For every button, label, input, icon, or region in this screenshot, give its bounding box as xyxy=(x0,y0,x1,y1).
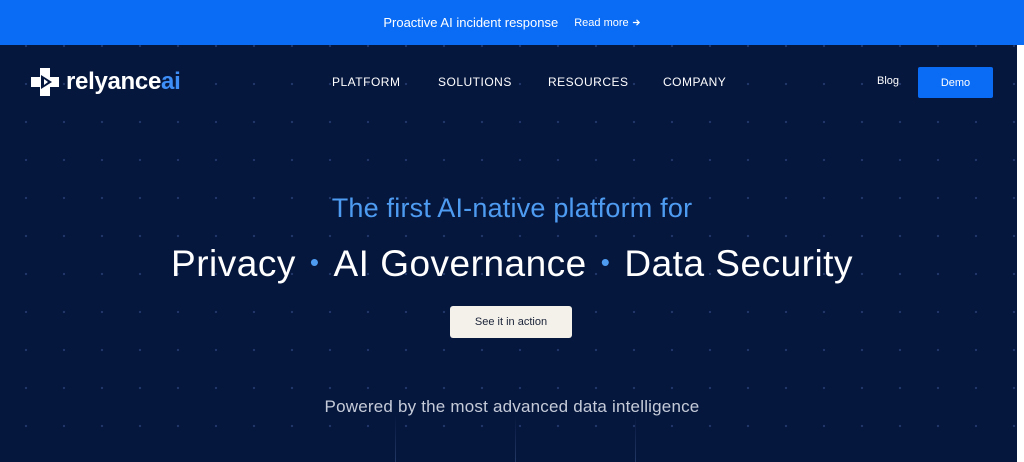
banner-message: Proactive AI incident response xyxy=(383,15,559,30)
blog-link[interactable]: Blog xyxy=(877,75,899,87)
nav-item-resources[interactable]: RESOURCES xyxy=(548,75,629,89)
see-it-in-action-button[interactable]: See it in action xyxy=(450,306,572,338)
separator-dot: • xyxy=(600,247,611,277)
decorative-beam xyxy=(515,415,516,462)
arrow-right-icon xyxy=(632,19,640,26)
nav-item-platform[interactable]: PLATFORM xyxy=(332,75,400,89)
page-frame: Proactive AI incident response Read more… xyxy=(0,0,1024,462)
decorative-beam xyxy=(395,415,396,462)
hero-tagline: Powered by the most advanced data intell… xyxy=(324,397,700,416)
hero-headline: Privacy • AI Governance • Data Security xyxy=(0,243,1024,285)
hero-kicker: The first AI-native platform for xyxy=(331,193,693,223)
read-more-label: Read more xyxy=(574,16,629,29)
main-nav: PLATFORM SOLUTIONS RESOURCES COMPANY xyxy=(0,75,1017,89)
read-more-link[interactable]: Read more xyxy=(574,17,640,29)
pillar-ai-governance: AI Governance xyxy=(333,243,587,284)
pillar-data-security: Data Security xyxy=(624,243,853,284)
nav-item-company[interactable]: COMPANY xyxy=(663,75,726,89)
decorative-beam xyxy=(635,415,636,462)
nav-item-solutions[interactable]: SOLUTIONS xyxy=(438,75,512,89)
page-edge xyxy=(1017,45,1024,462)
separator-dot: • xyxy=(309,247,320,277)
demo-button[interactable]: Demo xyxy=(918,67,993,98)
announcement-banner: Proactive AI incident response Read more xyxy=(0,0,1024,45)
hero-section: relyanceai PLATFORM SOLUTIONS RESOURCES … xyxy=(0,45,1017,462)
pillar-privacy: Privacy xyxy=(171,243,296,284)
